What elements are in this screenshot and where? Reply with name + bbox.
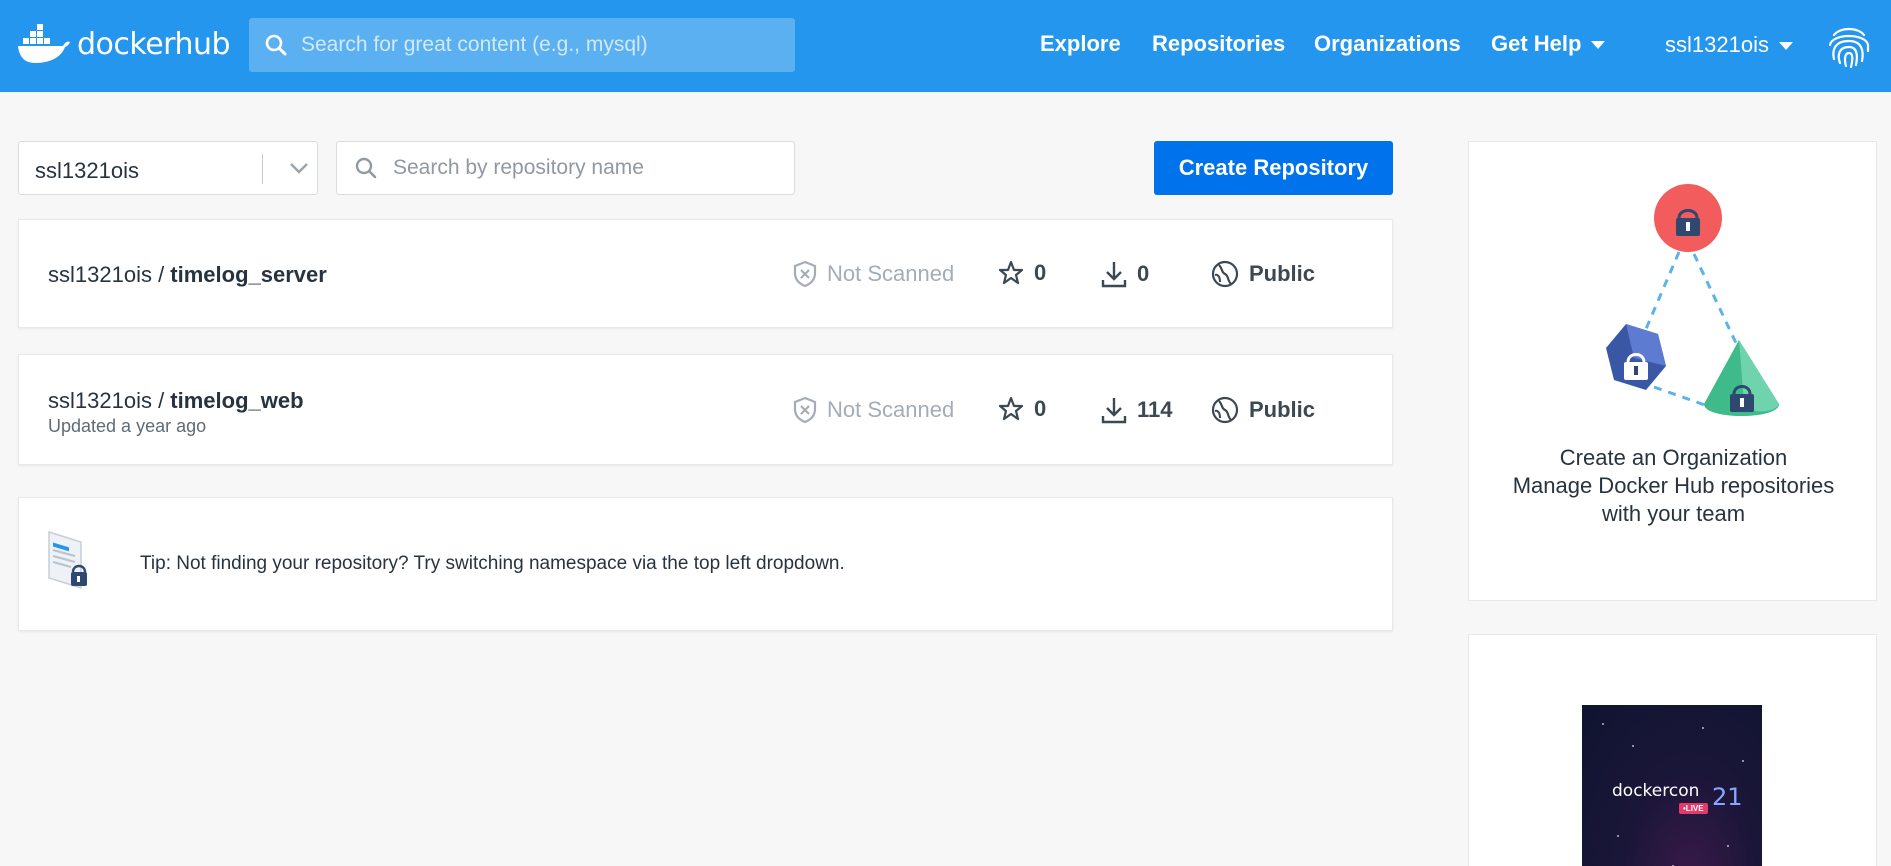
star-count: 0: [998, 396, 1046, 422]
pull-count-value: 0: [1137, 261, 1150, 286]
shield-x-icon: [793, 396, 817, 424]
promo-live-badge: •LIVE: [1679, 803, 1708, 814]
promo-year: 21: [1712, 783, 1743, 811]
chevron-down-icon: [1778, 42, 1793, 51]
tip-card: Tip: Not finding your repository? Try sw…: [18, 497, 1393, 631]
logo-wordmark: dockerhub: [77, 26, 231, 62]
nav-organizations[interactable]: Organizations: [1314, 31, 1461, 57]
org-card-title: Create an Organization: [1559, 445, 1788, 470]
promo-card[interactable]: dockercon •LIVE 21: [1468, 634, 1877, 866]
global-search-input[interactable]: [301, 33, 781, 57]
nav-explore[interactable]: Explore: [1040, 31, 1121, 57]
repo-search[interactable]: [336, 141, 795, 195]
user-menu[interactable]: ssl1321ois: [1665, 32, 1793, 58]
download-icon: [1101, 262, 1127, 288]
repo-title[interactable]: ssl1321ois / timelog_web: [48, 388, 304, 414]
globe-icon: [1211, 396, 1239, 424]
pull-count: 114: [1101, 396, 1173, 424]
scan-status: Not Scanned: [793, 396, 954, 424]
document-lock-icon: [48, 530, 87, 590]
globe-icon: [1211, 260, 1239, 288]
repo-namespace: ssl1321ois: [48, 262, 152, 287]
repo-updated-time: Updated a year ago: [48, 416, 207, 436]
promo-wordmark: dockercon: [1612, 781, 1700, 801]
visibility-badge: Public: [1211, 396, 1315, 424]
top-navbar: dockerhub Explore Repositories Organizat…: [0, 0, 1891, 92]
create-organization-card[interactable]: Create an Organization Manage Docker Hub…: [1468, 141, 1877, 601]
namespace-select-value: ssl1321ois: [35, 158, 139, 183]
star-icon: [998, 260, 1024, 285]
repo-title[interactable]: ssl1321ois / timelog_server: [48, 262, 327, 288]
scan-status-label: Not Scanned: [827, 397, 955, 422]
global-search[interactable]: [249, 18, 795, 72]
tip-text: Tip: Not finding your repository? Try sw…: [140, 553, 845, 574]
download-icon: [1101, 398, 1127, 424]
star-icon: [998, 396, 1024, 421]
repo-separator: /: [151, 388, 171, 413]
nav-get-help[interactable]: Get Help: [1491, 31, 1606, 57]
nav-get-help-label: Get Help: [1491, 31, 1582, 56]
repo-card[interactable]: ssl1321ois / timelog_server Not Scanned …: [18, 219, 1393, 328]
search-icon: [355, 157, 377, 179]
repo-name: timelog_web: [170, 388, 304, 413]
chevron-down-icon: [290, 163, 308, 174]
shield-x-icon: [793, 260, 817, 288]
pull-count: 0: [1101, 260, 1149, 288]
star-count-value: 0: [1034, 260, 1047, 285]
logo-text-docker: docker: [77, 26, 175, 62]
fingerprint-avatar-icon[interactable]: [1824, 21, 1874, 71]
scan-status-label: Not Scanned: [827, 261, 955, 286]
logo-text-hub: hub: [174, 26, 231, 62]
scan-status: Not Scanned: [793, 260, 954, 288]
repo-card[interactable]: ssl1321ois / timelog_web Updated a year …: [18, 354, 1393, 465]
visibility-label: Public: [1249, 397, 1316, 422]
chevron-down-icon: [1591, 41, 1606, 50]
org-card-line1: Manage Docker Hub repositories: [1512, 473, 1835, 498]
docker-hub-logo[interactable]: dockerhub: [17, 22, 231, 66]
repo-search-input[interactable]: [393, 156, 773, 180]
visibility-badge: Public: [1211, 260, 1315, 288]
organization-illustration: [1606, 184, 1779, 416]
repo-namespace: ssl1321ois: [48, 388, 152, 413]
docker-whale-icon: [18, 24, 70, 63]
create-repository-button[interactable]: Create Repository: [1154, 141, 1393, 195]
dockercon-promo-image[interactable]: dockercon •LIVE 21: [1582, 705, 1762, 866]
repo-name: timelog_server: [170, 262, 327, 287]
nav-repositories[interactable]: Repositories: [1152, 31, 1285, 57]
star-count-value: 0: [1034, 396, 1047, 421]
repo-separator: /: [151, 262, 171, 287]
user-menu-label: ssl1321ois: [1665, 32, 1769, 57]
namespace-select[interactable]: ssl1321ois: [18, 141, 318, 195]
search-icon: [265, 34, 287, 56]
star-count: 0: [998, 260, 1046, 286]
visibility-label: Public: [1249, 261, 1316, 286]
select-divider: [262, 154, 263, 184]
pull-count-value: 114: [1137, 397, 1173, 422]
org-card-line2: with your team: [1601, 501, 1746, 526]
